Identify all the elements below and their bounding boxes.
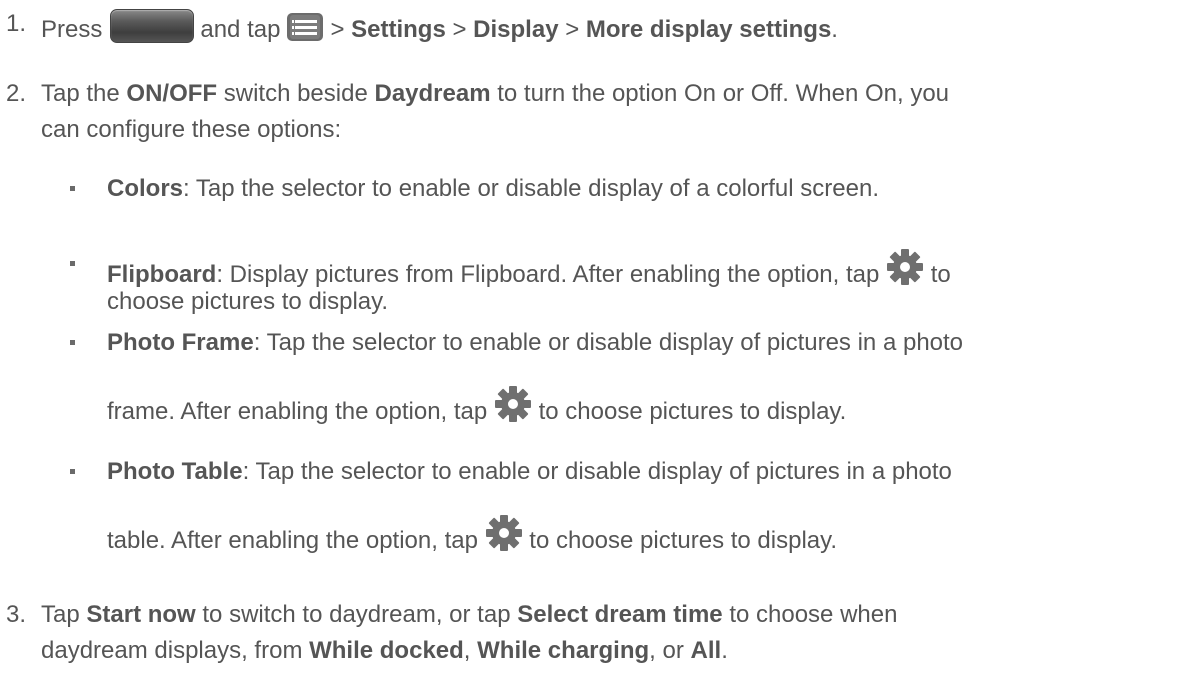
option-flipboard-line-1: Flipboard: Display pictures from Flipboa… xyxy=(107,248,951,290)
option-photo-frame-line-1: Photo Frame: Tap the selector to enable … xyxy=(107,328,963,358)
daydream-label: Daydream xyxy=(374,80,491,107)
comma: , xyxy=(463,637,471,664)
step-1-text: Press and tap > Settings > Display > More… xyxy=(41,9,838,45)
step-text: to choose when xyxy=(729,601,898,628)
option-text: : Tap the selector to enable or disable … xyxy=(253,329,964,356)
bullet xyxy=(70,186,75,191)
option-name: Photo Table xyxy=(107,458,243,485)
step-text: switch beside xyxy=(223,80,368,107)
option-text: to choose pictures to display. xyxy=(538,398,847,425)
step-2-line-1: Tap the ON/OFF switch beside Daydream to… xyxy=(41,79,949,109)
step-text: Tap xyxy=(41,601,80,628)
step-text: to turn the option On or Off. When On, y… xyxy=(497,80,950,107)
step-text: , or xyxy=(649,637,684,664)
option-colors: Colors: Tap the selector to enable or di… xyxy=(107,174,879,204)
option-photo-frame-line-2: frame. After enabling the option, tap to… xyxy=(107,385,846,427)
option-text: : Display pictures from Flipboard. After… xyxy=(216,261,880,288)
step-2-line-2: can configure these options: xyxy=(41,116,342,143)
gear-icon xyxy=(485,514,523,552)
step-number: 1. xyxy=(6,10,27,37)
option-text: to choose pictures to display. xyxy=(529,527,838,554)
option-photo-table-line-1: Photo Table: Tap the selector to enable … xyxy=(107,457,952,487)
settings-label: Settings xyxy=(351,16,446,43)
bullet xyxy=(70,469,75,474)
bullet xyxy=(70,340,75,345)
step-text: Tap the xyxy=(41,80,120,107)
step-text: daydream displays, from xyxy=(41,637,303,664)
option-name: Colors xyxy=(107,175,184,202)
option-text: table. After enabling the option, tap xyxy=(107,527,478,554)
onoff-label: ON/OFF xyxy=(126,80,218,107)
step-number: 3. xyxy=(6,601,27,628)
step-3-line-2: daydream displays, from While docked, Wh… xyxy=(41,636,728,666)
step-text: Press xyxy=(41,16,103,43)
menu-icon xyxy=(286,12,324,42)
gear-icon xyxy=(494,385,532,423)
more-display-settings-label: More display settings xyxy=(585,16,832,43)
start-now-label: Start now xyxy=(86,601,196,628)
all-label: All xyxy=(690,637,722,664)
select-dream-time-label: Select dream time xyxy=(517,601,723,628)
step-number: 2. xyxy=(6,80,27,107)
option-name: Flipboard xyxy=(107,261,217,288)
option-photo-table-line-2: table. After enabling the option, tap to… xyxy=(107,514,837,556)
option-text: : Tap the selector to enable or disable … xyxy=(183,175,879,202)
option-flipboard-line-2: choose pictures to display. xyxy=(107,288,389,315)
period: . xyxy=(721,637,728,664)
option-text: : Tap the selector to enable or disable … xyxy=(242,458,952,485)
display-label: Display xyxy=(473,16,559,43)
while-charging-label: While charging xyxy=(477,637,650,664)
period: . xyxy=(831,16,838,43)
home-button-icon xyxy=(110,9,195,43)
separator: > xyxy=(330,16,345,43)
separator: > xyxy=(565,16,580,43)
gear-icon xyxy=(886,248,924,286)
step-text: and tap xyxy=(200,16,281,43)
separator: > xyxy=(452,16,467,43)
step-3-line-1: Tap Start now to switch to daydream, or … xyxy=(41,600,897,630)
option-name: Photo Frame xyxy=(107,329,254,356)
bullet xyxy=(70,261,75,266)
option-text: frame. After enabling the option, tap xyxy=(107,398,488,425)
option-text: to xyxy=(930,261,951,288)
while-docked-label: While docked xyxy=(309,637,464,664)
step-text: to switch to daydream, or tap xyxy=(202,601,511,628)
